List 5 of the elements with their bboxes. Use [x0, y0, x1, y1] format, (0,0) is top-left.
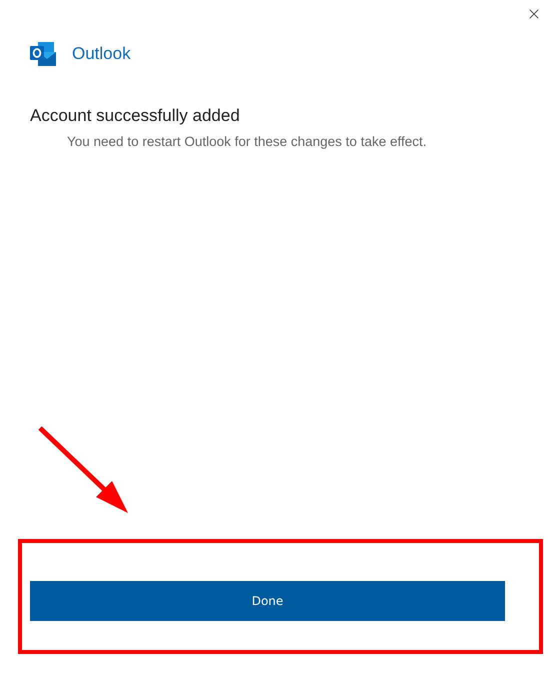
dialog-title: Account successfully added [30, 106, 241, 126]
app-name: Outlook [72, 44, 131, 64]
dialog-message: You need to restart Outlook for these changes to take effect. [67, 134, 428, 149]
done-button[interactable]: Done [30, 581, 505, 621]
outlook-logo-icon [30, 42, 56, 66]
